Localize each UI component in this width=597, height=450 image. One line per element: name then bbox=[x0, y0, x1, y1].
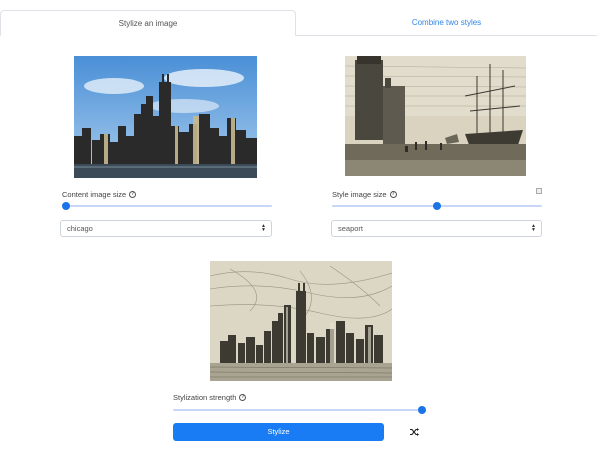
style-select-value: seaport bbox=[338, 224, 364, 233]
stylization-strength-label: Stylization strength ? bbox=[173, 393, 247, 402]
stylization-strength-label-text: Stylization strength bbox=[173, 393, 237, 402]
tab-combine-styles[interactable]: Combine two styles bbox=[296, 10, 597, 36]
stylization-strength-slider[interactable] bbox=[173, 405, 426, 415]
slider-thumb[interactable] bbox=[418, 406, 426, 414]
content-size-slider[interactable] bbox=[62, 201, 272, 211]
help-icon[interactable]: ? bbox=[239, 394, 247, 401]
style-checkbox[interactable] bbox=[536, 188, 542, 194]
slider-track bbox=[173, 409, 426, 411]
style-size-label-text: Style image size bbox=[332, 190, 387, 199]
slider-thumb[interactable] bbox=[433, 202, 441, 210]
stylized-image bbox=[210, 261, 392, 381]
content-select-value: chicago bbox=[67, 224, 93, 233]
stylize-button[interactable]: Stylize bbox=[173, 423, 384, 441]
content-image bbox=[74, 56, 257, 178]
select-caret-icon: ▲ ▼ bbox=[531, 223, 536, 233]
help-icon[interactable]: ? bbox=[389, 191, 397, 198]
style-image-select[interactable]: seaport ▲ ▼ bbox=[331, 220, 542, 237]
shuffle-icon bbox=[409, 428, 419, 436]
select-caret-icon: ▲ ▼ bbox=[261, 223, 266, 233]
style-image bbox=[345, 56, 526, 176]
style-size-slider[interactable] bbox=[332, 201, 542, 211]
randomize-button[interactable] bbox=[404, 424, 424, 440]
content-image-select[interactable]: chicago ▲ ▼ bbox=[60, 220, 272, 237]
content-size-label-text: Content image size bbox=[62, 190, 127, 199]
content-size-label: Content image size ? bbox=[62, 190, 137, 199]
tab-stylize-image[interactable]: Stylize an image bbox=[0, 10, 296, 36]
slider-thumb[interactable] bbox=[62, 202, 70, 210]
style-size-label: Style image size ? bbox=[332, 190, 397, 199]
slider-track bbox=[62, 205, 272, 207]
tab-bar: Stylize an image Combine two styles bbox=[0, 0, 597, 36]
help-icon[interactable]: ? bbox=[129, 191, 137, 198]
